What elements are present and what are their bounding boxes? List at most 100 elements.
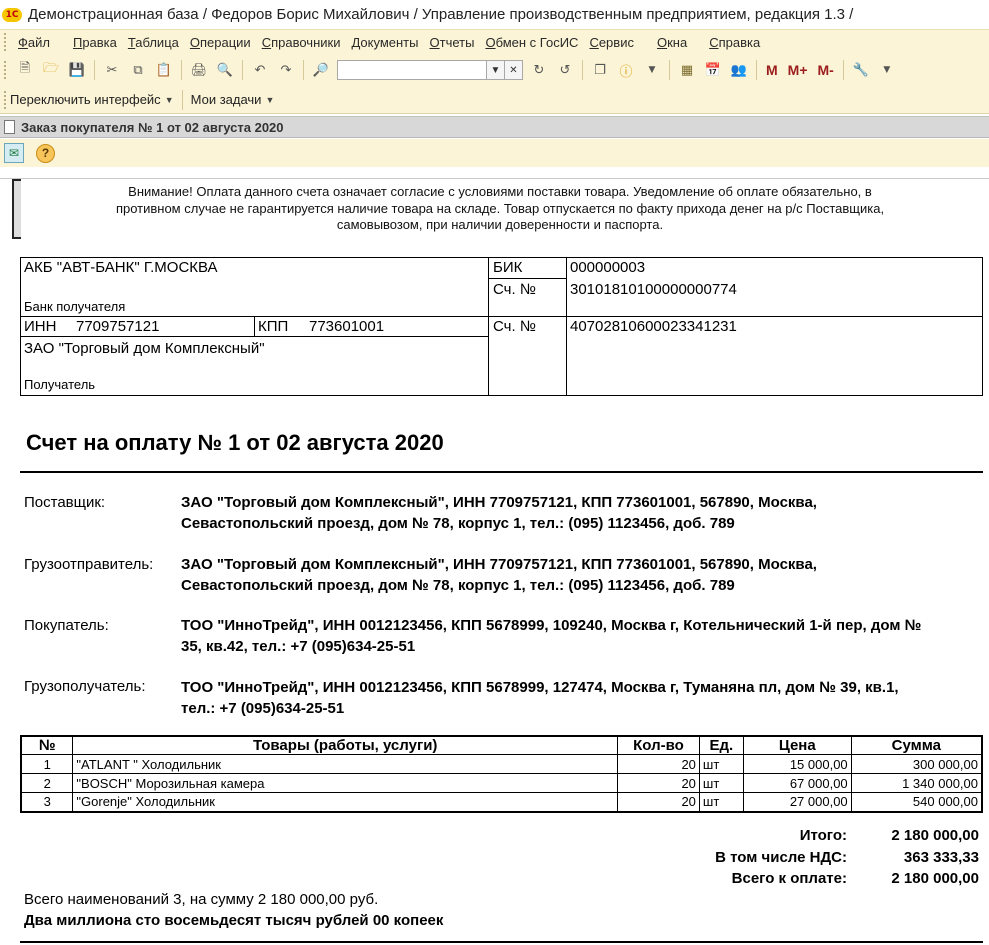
bottom-rule: [20, 941, 983, 943]
find-prev-icon[interactable]: ↺: [555, 60, 575, 80]
corr-account-label: Сч. №: [493, 281, 536, 298]
toolbar-grip-handle[interactable]: [4, 61, 10, 79]
bank-details-table: АКБ "АВТ-БАНК" Г.МОСКВА Банк получателя …: [20, 257, 983, 396]
search-input[interactable]: [337, 60, 487, 80]
search-clear-button[interactable]: ✕: [505, 60, 523, 80]
info-icon[interactable]: ⓘ: [616, 60, 636, 80]
consignee-label: Грузополучатель:: [24, 678, 146, 695]
recipient-caption: Получатель: [24, 377, 96, 392]
amount-in-words: Два миллиона сто восемьдесят тысяч рубле…: [24, 912, 444, 929]
app-logo-icon: 1С: [2, 7, 22, 22]
settings-wrench-icon[interactable]: 🔧: [851, 60, 871, 80]
chevron-down-icon: ▼: [265, 94, 275, 105]
print-icon[interactable]: 🖨: [189, 60, 209, 80]
print-document-icon[interactable]: ✉: [4, 143, 24, 163]
row-price: 15 000,00: [742, 754, 852, 774]
bank-table-line: [21, 336, 488, 337]
col-header-goods: Товары (работы, услуги): [72, 735, 619, 755]
copy-icon[interactable]: ⧉: [128, 60, 148, 80]
row-sum: 540 000,00: [850, 792, 983, 812]
bik-value: 000000003: [570, 259, 646, 276]
calendar-icon[interactable]: 📅: [703, 60, 723, 80]
redo-icon[interactable]: ↷: [276, 60, 296, 80]
menu-table[interactable]: Таблица: [128, 35, 179, 50]
supplier-label: Поставщик:: [24, 494, 106, 511]
chevron-down-icon: ▼: [164, 94, 174, 105]
row-quantity: 20: [617, 792, 700, 812]
menu-windows[interactable]: Окна: [657, 35, 687, 50]
menu-service[interactable]: Сервис: [589, 35, 634, 50]
bank-table-line: [488, 278, 566, 279]
find-next-icon[interactable]: ↻: [529, 60, 549, 80]
open-folder-icon[interactable]: 🗁: [41, 60, 61, 80]
save-icon[interactable]: 💾: [67, 60, 87, 80]
menu-catalogs[interactable]: Справочники: [262, 35, 341, 50]
consignee-line-2: тел.: +7 (095)634-25-51: [181, 700, 345, 717]
switch-interface-button[interactable]: Переключить интерфейс ▼: [10, 92, 174, 107]
menu-grip-handle[interactable]: [4, 33, 10, 51]
toolbar-separator: [181, 89, 183, 110]
paste-icon[interactable]: 📋: [154, 60, 174, 80]
row-number: 2: [20, 773, 74, 793]
buyer-details: ТОО "ИнноТрейд", ИНН 0012123456, КПП 567…: [181, 615, 981, 657]
main-menu-bar: Файл Правка Таблица Операции Справочники…: [0, 29, 989, 54]
row-quantity: 20: [617, 754, 700, 774]
main-toolbar: 🗎 🗁 💾 ✂ ⧉ 📋 🖨 🔍 ↶ ↷ 🔎 ▼ ✕ ↻ ↺ ❐ ⓘ ▼ ▦ 📅 …: [0, 54, 989, 86]
document-toolbar: ✉ ?: [0, 139, 989, 167]
col-header-quantity: Кол-во: [617, 735, 700, 755]
row-unit: шт: [698, 773, 744, 793]
my-tasks-button[interactable]: Мои задачи ▼: [191, 92, 275, 107]
menu-gosis-exchange[interactable]: Обмен с ГосИС: [485, 35, 578, 50]
help-icon[interactable]: ?: [36, 143, 55, 163]
buyer-label: Покупатель:: [24, 617, 109, 634]
buyer-line-2: 35, кв.42, тел.: +7 (095)634-25-51: [181, 638, 416, 655]
row-sum: 1 340 000,00: [850, 773, 983, 793]
invoice-title: Счет на оплату № 1 от 02 августа 2020: [26, 430, 444, 455]
cut-icon[interactable]: ✂: [102, 60, 122, 80]
memory-add-button[interactable]: M+: [788, 62, 808, 78]
memory-subtract-button[interactable]: M-: [818, 62, 834, 78]
title-underline: [20, 471, 983, 473]
menu-documents[interactable]: Документы: [351, 35, 418, 50]
search-dropdown-button[interactable]: ▼: [487, 60, 505, 80]
vat-value: 363 333,33: [903, 849, 979, 866]
document-window-header: Заказ покупателя № 1 от 02 августа 2020: [0, 116, 989, 138]
bank-caption: Банк получателя: [24, 299, 126, 314]
users-icon[interactable]: 👥: [729, 60, 749, 80]
vat-label: В том числе НДС:: [715, 849, 847, 866]
kpp-value: 773601001: [309, 318, 385, 335]
consignee-line-1: ТОО "ИнноТрейд", ИНН 0012123456, КПП 567…: [181, 679, 899, 696]
windows-icon[interactable]: ❐: [590, 60, 610, 80]
new-document-icon[interactable]: 🗎: [15, 60, 35, 80]
info-dropdown-icon[interactable]: ▼: [642, 60, 662, 80]
kpp-label: КПП: [258, 318, 289, 335]
undo-icon[interactable]: ↶: [250, 60, 270, 80]
find-icon[interactable]: 🔎: [311, 60, 331, 80]
calculator-icon[interactable]: ▦: [677, 60, 697, 80]
spreadsheet-document[interactable]: Внимание! Оплата данного счета означает …: [0, 167, 989, 945]
account-value: 40702810600023341231: [570, 318, 737, 335]
toolbar-separator: [582, 60, 583, 80]
toolbar-more-icon[interactable]: ▼: [877, 60, 897, 80]
memory-store-button[interactable]: M: [766, 62, 778, 78]
menu-operations[interactable]: Операции: [190, 35, 251, 50]
window-title: Демонстрационная база / Федоров Борис Ми…: [28, 6, 854, 23]
menu-edit[interactable]: Правка: [73, 35, 117, 50]
menu-reports[interactable]: Отчеты: [429, 35, 474, 50]
interface-bar: Переключить интерфейс ▼ Мои задачи ▼: [0, 86, 989, 114]
row-unit: шт: [698, 754, 744, 774]
row-goods: "ATLANT " Холодильник: [72, 754, 619, 774]
inn-value: 7709757121: [76, 318, 160, 335]
supplier-line-1: ЗАО "Торговый дом Комплексный", ИНН 7709…: [181, 494, 817, 511]
supplier-line-2: Севастопольский проезд, дом № 78, корпус…: [181, 515, 735, 532]
document-window-title: Заказ покупателя № 1 от 02 августа 2020: [21, 119, 284, 135]
bank-name: АКБ "АВТ-БАНК" Г.МОСКВА: [24, 259, 218, 276]
print-preview-icon[interactable]: 🔍: [215, 60, 235, 80]
total-label: Итого:: [799, 827, 847, 844]
row-goods: "Gorenje" Холодильник: [72, 792, 619, 812]
row-unit: шт: [698, 792, 744, 812]
my-tasks-label: Мои задачи: [190, 92, 262, 107]
menu-file[interactable]: Файл: [18, 35, 50, 50]
goods-header-row: № Товары (работы, услуги) Кол-во Ед. Цен…: [20, 735, 983, 755]
menu-help[interactable]: Справка: [709, 35, 760, 50]
